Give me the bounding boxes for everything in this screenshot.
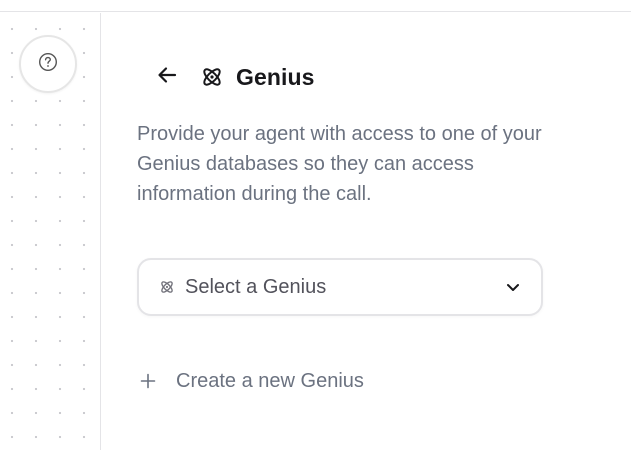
back-button[interactable] [152, 62, 182, 92]
panel-title: Genius [236, 63, 315, 90]
help-button[interactable] [19, 35, 77, 93]
select-placeholder: Select a Genius [185, 275, 327, 298]
atom-icon [159, 279, 175, 295]
chevron-down-icon [503, 277, 523, 297]
create-genius-button[interactable]: Create a new Genius [137, 366, 364, 396]
create-genius-label: Create a new Genius [176, 369, 364, 392]
atom-icon [200, 65, 224, 89]
question-circle-icon [38, 52, 58, 77]
top-bar [0, 0, 631, 12]
arrow-left-icon [156, 64, 178, 91]
genius-select[interactable]: Select a Genius [137, 258, 543, 316]
panel-header: Genius [152, 61, 315, 93]
genius-panel: Genius Provide your agent with access to… [102, 13, 631, 450]
panel-description: Provide your agent with access to one of… [137, 123, 542, 205]
plus-icon [137, 370, 159, 392]
